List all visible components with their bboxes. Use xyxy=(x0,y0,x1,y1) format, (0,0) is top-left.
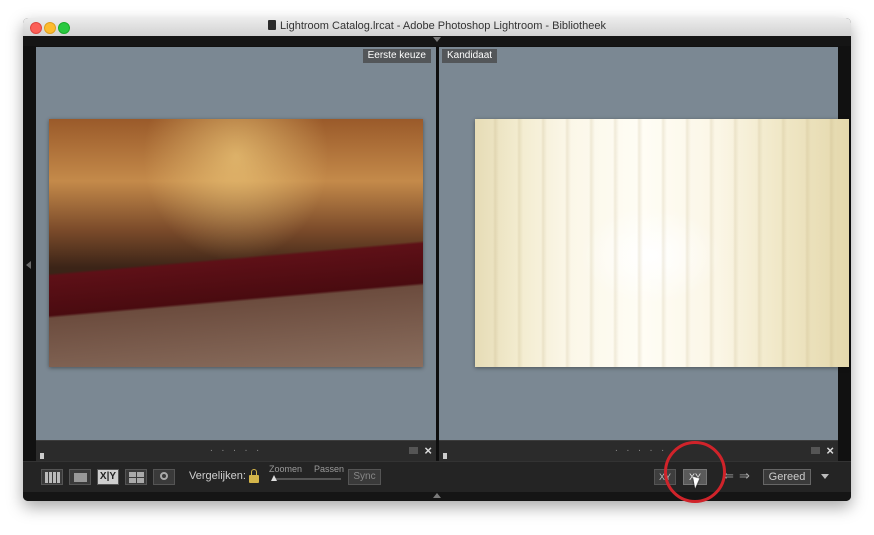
window-title-text: Lightroom Catalog.lrcat - Adobe Photosho… xyxy=(280,20,606,32)
lightroom-window: Lightroom Catalog.lrcat - Adobe Photosho… xyxy=(23,18,851,501)
highlight-circle xyxy=(664,441,726,503)
document-icon xyxy=(268,20,277,30)
select-photo[interactable] xyxy=(49,119,423,367)
toolbar: X|Y Vergelijken: Zoomen Passen Sync XY X… xyxy=(23,461,851,492)
sync-button[interactable]: Sync xyxy=(348,469,381,485)
candidate-badge: Kandidaat xyxy=(442,49,498,63)
compare-label: Vergelijken: xyxy=(189,470,246,482)
candidate-pane[interactable]: Kandidaat xyxy=(439,47,849,440)
title-bar: Lightroom Catalog.lrcat - Adobe Photosho… xyxy=(23,18,851,37)
candidate-pane-footer: . . . . . × xyxy=(439,440,838,477)
close-select-button[interactable]: × xyxy=(424,442,432,460)
color-label-icon[interactable] xyxy=(409,447,418,454)
top-panel-toggle[interactable] xyxy=(23,36,851,46)
next-arrow-icon[interactable]: ⇒ xyxy=(739,468,750,484)
compare-view-button[interactable]: X|Y xyxy=(97,469,119,485)
window-title: Lightroom Catalog.lrcat - Adobe Photosho… xyxy=(23,20,851,32)
color-label-icon[interactable] xyxy=(811,447,820,454)
flag-icon[interactable] xyxy=(40,446,50,477)
left-panel-toggle-icon[interactable] xyxy=(26,261,31,269)
rating-dots[interactable]: . . . . . xyxy=(210,443,262,454)
flag-icon[interactable] xyxy=(443,446,453,477)
loupe-icon xyxy=(74,473,87,482)
rating-dots[interactable]: . . . . . xyxy=(615,443,667,454)
lock-icon[interactable] xyxy=(249,469,259,483)
candidate-photo[interactable] xyxy=(475,119,849,367)
triangle-up-icon xyxy=(433,493,441,498)
grid-view-button[interactable] xyxy=(41,469,63,485)
zoom-label: Zoomen xyxy=(269,464,303,474)
zoom-slider[interactable] xyxy=(273,478,341,480)
grid-icon xyxy=(45,472,60,483)
survey-view-button[interactable] xyxy=(125,469,147,485)
toolbar-menu-icon[interactable] xyxy=(821,474,829,479)
people-icon xyxy=(160,472,168,480)
zoom-slider-thumb[interactable] xyxy=(271,475,277,481)
close-candidate-button[interactable]: × xyxy=(826,442,834,460)
bottom-panel-toggle[interactable] xyxy=(23,492,851,501)
done-button[interactable]: Gereed xyxy=(763,469,811,485)
survey-icon xyxy=(129,472,136,477)
curtain-texture xyxy=(475,119,849,367)
people-view-button[interactable] xyxy=(153,469,175,485)
loupe-view-button[interactable] xyxy=(69,469,91,485)
triangle-down-icon xyxy=(433,37,441,42)
select-pane-footer: . . . . . × xyxy=(36,440,436,477)
select-badge: Eerste keuze xyxy=(362,49,431,63)
select-pane[interactable]: Eerste keuze xyxy=(36,47,436,440)
fit-label: Passen xyxy=(314,464,345,474)
